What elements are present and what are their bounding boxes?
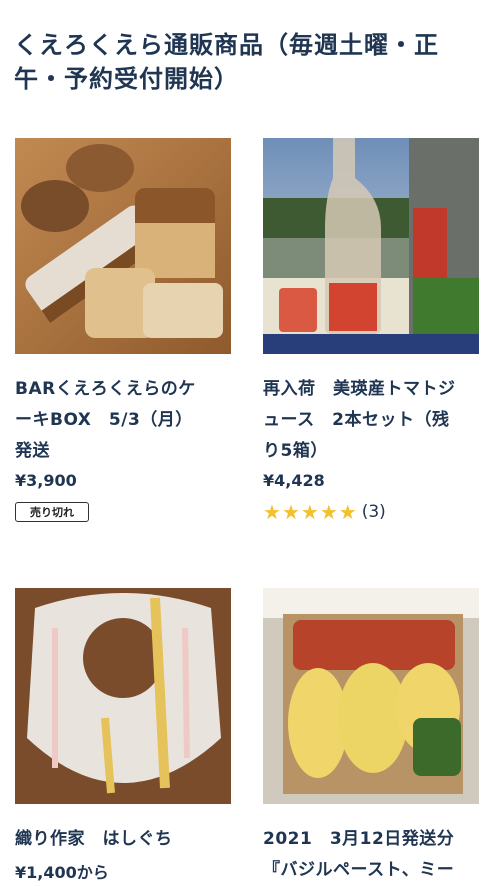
product-price: ¥1,400から	[15, 863, 109, 882]
star-icon: ★	[319, 500, 338, 524]
product-card-cake-box[interactable]: BARくえろくえらのケ ーキBOX 5/3（月） 発送 ¥3,900 売り切れ	[15, 138, 231, 522]
product-image-pasta-box[interactable]	[263, 588, 479, 804]
product-price: ¥3,900	[15, 471, 77, 490]
product-card-weaver[interactable]: 織り作家 はしぐち ¥1,400から	[15, 588, 231, 883]
product-image-tomato-juice[interactable]	[263, 138, 479, 354]
product-title[interactable]: 再入荷 美瑛産トマトジ ュース 2本セット（残 り5箱）	[263, 374, 479, 467]
star-icon: ★	[300, 500, 319, 524]
product-card-basil-pasta[interactable]: 2021 3月12日発送分 『バジルペースト、ミー	[263, 588, 479, 886]
product-title[interactable]: BARくえろくえらのケ ーキBOX 5/3（月） 発送	[15, 374, 231, 467]
sold-out-badge: 売り切れ	[15, 502, 89, 522]
product-rating[interactable]: ★ ★ ★ ★ ★ (3)	[263, 502, 479, 522]
product-image-cakes[interactable]	[15, 138, 231, 354]
star-icon: ★	[281, 500, 300, 524]
product-title[interactable]: 織り作家 はしぐち	[15, 824, 231, 855]
product-card-tomato-juice[interactable]: 再入荷 美瑛産トマトジ ュース 2本セット（残 り5箱） ¥4,428 ★ ★ …	[263, 138, 479, 522]
product-price: ¥4,428	[263, 471, 325, 490]
star-icon: ★	[338, 500, 357, 524]
star-icon: ★	[263, 500, 281, 524]
product-image-bib[interactable]	[15, 588, 231, 804]
page-heading: くえろくえら通販商品（毎週土曜・正午・予約受付開始）	[14, 31, 439, 93]
product-title[interactable]: 2021 3月12日発送分 『バジルペースト、ミー	[263, 824, 479, 886]
rating-count: (3)	[361, 502, 386, 522]
